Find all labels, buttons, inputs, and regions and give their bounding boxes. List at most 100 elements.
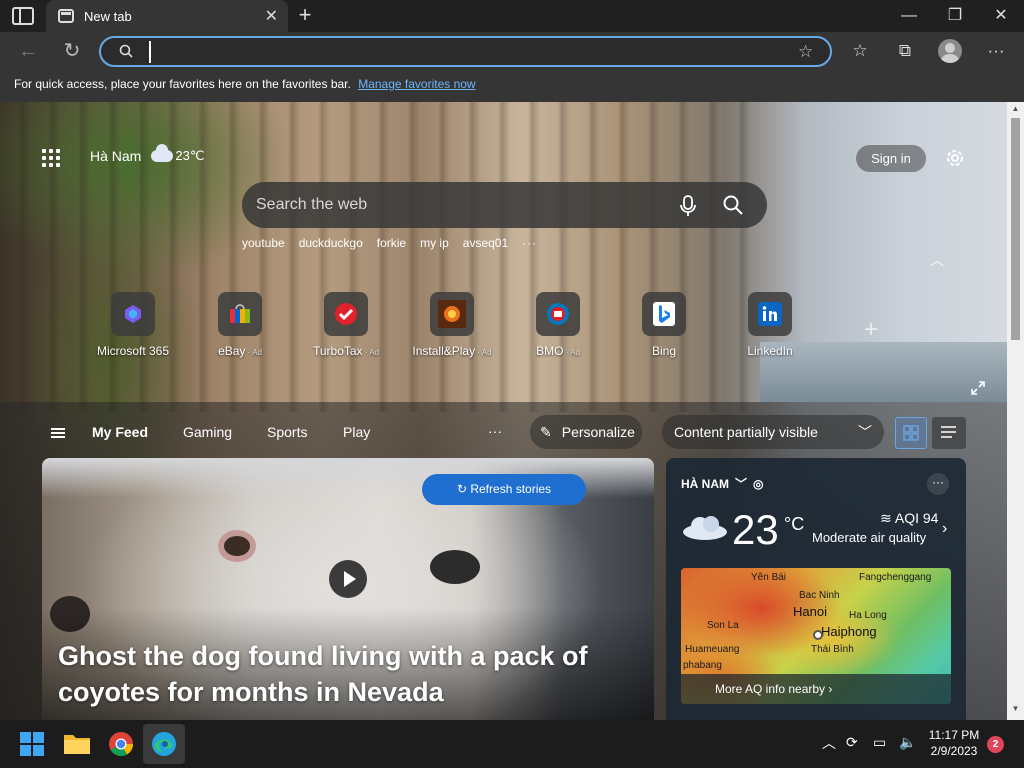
- search-icon[interactable]: [722, 194, 744, 216]
- sync-alert-icon[interactable]: ⟳: [846, 734, 864, 752]
- more-suggestions-icon[interactable]: ···: [522, 236, 537, 250]
- menu-icon[interactable]: [51, 428, 65, 438]
- weather-location[interactable]: HÀ NAM ﹀ ◎: [681, 475, 764, 492]
- restore-button[interactable]: ❐: [932, 0, 978, 32]
- ad-badge: Ad: [369, 348, 380, 357]
- globe-icon: ◎: [753, 476, 764, 491]
- more-tabs-icon[interactable]: ···: [488, 423, 502, 439]
- address-input[interactable]: [149, 41, 769, 63]
- minimize-button[interactable]: —: [886, 0, 932, 32]
- quick-link-linkedin[interactable]: LinkedIn: [725, 292, 815, 358]
- volume-icon[interactable]: 🔈: [899, 734, 917, 752]
- quick-link-label: TurboTax: [312, 344, 363, 358]
- tab-new-tab[interactable]: New tab ✕: [46, 0, 288, 32]
- refresh-button[interactable]: ↻: [58, 38, 86, 64]
- list-view-button[interactable]: [932, 417, 966, 449]
- quick-link-label: Bing: [651, 344, 677, 358]
- settings-more-icon[interactable]: ···: [982, 38, 1010, 64]
- grid-view-button[interactable]: [895, 417, 927, 449]
- linkedin-logo-icon: [758, 302, 782, 326]
- tab-play[interactable]: Play: [343, 424, 370, 440]
- show-hidden-icons-icon[interactable]: ︿: [822, 733, 836, 753]
- weather-more-icon[interactable]: ···: [927, 473, 949, 495]
- suggestion-item[interactable]: avseq01: [463, 236, 508, 250]
- notification-badge[interactable]: 2: [987, 736, 1004, 753]
- more-aq-info-link[interactable]: More AQ info nearby ›: [681, 674, 951, 704]
- tab-gaming[interactable]: Gaming: [183, 424, 232, 440]
- microphone-icon[interactable]: [678, 195, 698, 217]
- tab-my-feed[interactable]: My Feed: [92, 424, 148, 440]
- chevron-down-icon: ﹀: [735, 477, 748, 491]
- edge-icon: [152, 732, 176, 756]
- scroll-down-arrow-icon[interactable]: ▼: [1007, 704, 1024, 718]
- chevron-up-icon[interactable]: ︿: [930, 250, 944, 270]
- add-favorite-icon[interactable]: ☆: [798, 42, 818, 62]
- map-label: Yên Bái: [751, 572, 787, 583]
- page-scrollbar[interactable]: ▲ ▼: [1007, 102, 1024, 720]
- air-quality-map[interactable]: Yên Bái Bac Ninh Son La Hanoi Ha Long Fa…: [681, 568, 951, 704]
- content-visibility-dropdown[interactable]: Content partially visible ﹀: [662, 415, 884, 449]
- story-headline[interactable]: Ghost the dog found living with a pack o…: [58, 638, 628, 710]
- new-tab-button[interactable]: +: [295, 3, 315, 27]
- expand-icon[interactable]: [970, 380, 986, 396]
- web-search-input[interactable]: [256, 194, 656, 216]
- tab-sports[interactable]: Sports: [267, 424, 307, 440]
- scroll-up-arrow-icon[interactable]: ▲: [1007, 104, 1024, 118]
- quick-link-turbotax[interactable]: TurboTax · Ad: [301, 292, 391, 358]
- system-clock[interactable]: 11:17 PM 2/9/2023: [926, 727, 982, 759]
- microsoft-365-icon: [125, 305, 141, 323]
- file-explorer-icon[interactable]: [63, 732, 91, 756]
- chrome-icon[interactable]: [108, 731, 134, 757]
- map-label: phabang: [683, 660, 722, 671]
- web-search-box[interactable]: [242, 182, 767, 228]
- manage-favorites-link[interactable]: Manage favorites now: [358, 77, 475, 91]
- quick-link-ebay[interactable]: eBay · Ad: [195, 292, 285, 358]
- personalize-button[interactable]: ✎ Personalize: [530, 415, 642, 449]
- ad-badge: Ad: [570, 348, 580, 357]
- tab-actions-icon[interactable]: [12, 7, 34, 25]
- search-icon: [119, 44, 133, 58]
- close-window-button[interactable]: ✕: [978, 0, 1024, 32]
- story-image-dog-eye: [224, 536, 250, 556]
- close-tab-icon[interactable]: ✕: [265, 6, 278, 26]
- suggestion-item[interactable]: my ip: [420, 236, 449, 250]
- map-label: Bac Ninh: [799, 590, 840, 601]
- scrollbar-thumb[interactable]: [1011, 118, 1020, 340]
- windows-start-icon[interactable]: [20, 732, 44, 756]
- feed-navigation: My Feed Gaming Sports Play ··· ✎ Persona…: [0, 407, 1007, 457]
- suggestion-item[interactable]: duckduckgo: [299, 236, 363, 250]
- quick-link-bing[interactable]: Bing: [619, 292, 709, 358]
- chevron-right-icon[interactable]: ›: [942, 520, 947, 538]
- temperature-label: 23℃: [175, 148, 205, 163]
- address-bar[interactable]: ☆: [99, 36, 832, 67]
- location-label: Hà Nam: [90, 148, 142, 164]
- weather-card[interactable]: HÀ NAM ﹀ ◎ ··· 23 °C ≋ AQI 94 Moderate a…: [666, 458, 966, 720]
- back-button[interactable]: ←: [14, 38, 42, 64]
- edge-taskbar-button[interactable]: [143, 724, 185, 764]
- play-video-icon[interactable]: [329, 560, 367, 598]
- title-bar: New tab ✕ + — ❐ ✕: [0, 0, 1024, 32]
- refresh-stories-button[interactable]: ↻ Refresh stories: [422, 474, 586, 505]
- install-play-game-icon: [438, 300, 466, 328]
- sign-in-button[interactable]: Sign in: [855, 144, 927, 173]
- taskbar: ︿ ⟳ ▭ 🔈 11:17 PM 2/9/2023 2: [0, 720, 1024, 768]
- gear-icon[interactable]: [943, 146, 967, 170]
- suggestion-item[interactable]: youtube: [242, 236, 285, 250]
- quick-link-bmo[interactable]: BMO · Ad: [513, 292, 603, 358]
- add-quick-link-button[interactable]: +: [864, 316, 878, 344]
- turbotax-check-icon: [335, 303, 357, 325]
- quick-link-microsoft-365[interactable]: Microsoft 365: [88, 292, 178, 358]
- suggestion-item[interactable]: forkie: [377, 236, 406, 250]
- favorites-icon[interactable]: ☆: [846, 38, 874, 64]
- app-launcher-icon[interactable]: [42, 149, 62, 169]
- weather-summary[interactable]: Hà Nam 23℃: [90, 144, 205, 164]
- network-icon[interactable]: ▭: [873, 734, 891, 752]
- collections-icon[interactable]: ⧉: [891, 38, 919, 64]
- quick-link-label: BMO: [536, 344, 564, 358]
- featured-story-card[interactable]: ↻ Refresh stories Ghost the dog found li…: [42, 458, 654, 720]
- profile-avatar[interactable]: [938, 39, 962, 63]
- toolbar: ← ↻ ☆ ☆ ⧉ ···: [0, 32, 1024, 70]
- quick-link-install-play[interactable]: Install&Play · Ad: [407, 292, 497, 358]
- new-tab-page-icon: [58, 9, 74, 23]
- ad-badge: Ad: [252, 348, 262, 357]
